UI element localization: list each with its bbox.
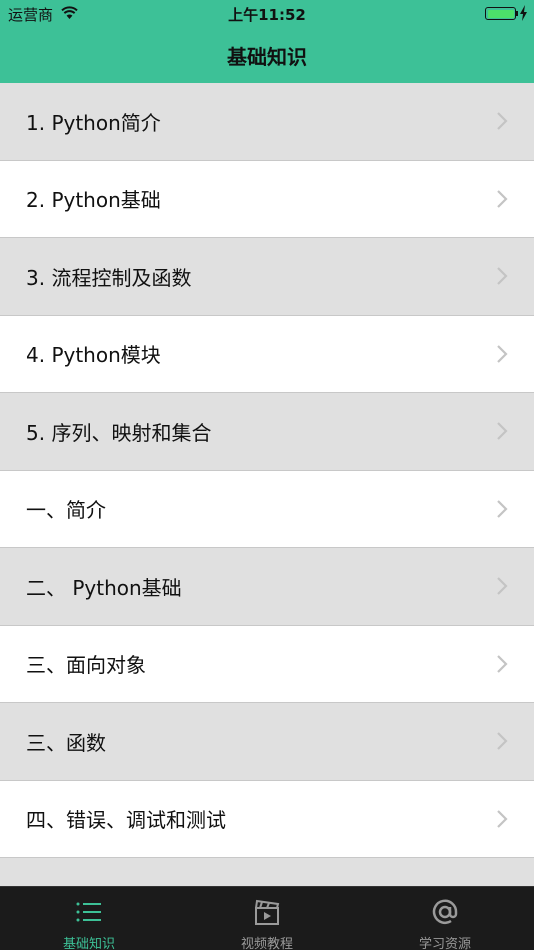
status-bar: 运营商 上午11:52	[0, 0, 534, 28]
tab-basics[interactable]: 基础知识	[0, 887, 178, 950]
list-item[interactable]: 二、 Python基础	[0, 548, 534, 626]
list-item-label: 一、简介	[26, 498, 106, 523]
list-item-label: 三、面向对象	[26, 653, 146, 678]
list-item-label: 5. 序列、映射和集合	[26, 420, 212, 445]
list-item[interactable]: 3. 流程控制及函数	[0, 238, 534, 316]
chevron-right-icon	[497, 732, 508, 751]
chevron-right-icon	[497, 809, 508, 828]
list-item-label: 4. Python模块	[26, 343, 161, 368]
chevron-right-icon	[497, 577, 508, 596]
list-item[interactable]: 三、函数	[0, 703, 534, 781]
list-item-partial[interactable]	[0, 858, 534, 886]
battery-tip	[516, 11, 518, 16]
list-item[interactable]: 5. 序列、映射和集合	[0, 393, 534, 471]
tab-label: 基础知识	[62, 937, 115, 950]
video-clapper-icon	[255, 899, 280, 925]
chevron-right-icon	[497, 112, 508, 131]
list-item[interactable]: 4. Python模块	[0, 315, 534, 393]
chevron-right-icon	[497, 189, 508, 208]
charging-bolt-icon	[520, 5, 527, 21]
chevron-right-icon	[497, 422, 508, 441]
list-item-label: 1. Python简介	[26, 110, 161, 135]
list-item[interactable]: 1. Python简介	[0, 83, 534, 161]
list-item-label: 3. 流程控制及函数	[26, 265, 192, 290]
topic-list[interactable]: 1. Python简介 2. Python基础 3. 流程控制及函数 4. Pytho…	[0, 83, 534, 886]
list-icon	[76, 902, 101, 922]
page-title: 基础知识	[227, 45, 307, 69]
list-item[interactable]: 2. Python基础	[0, 160, 534, 238]
list-item-label: 2. Python基础	[26, 188, 161, 213]
list-item[interactable]: 三、面向对象	[0, 625, 534, 703]
list-item-label: 三、函数	[26, 730, 106, 755]
list-item-label: 四、错误、调试和测试	[26, 808, 226, 833]
clock: 上午11:52	[228, 6, 306, 24]
chevron-right-icon	[497, 654, 508, 673]
chevron-right-icon	[497, 344, 508, 363]
list-item[interactable]: 四、错误、调试和测试	[0, 780, 534, 858]
at-sign-icon	[432, 899, 458, 924]
tab-videos[interactable]: 视频教程	[178, 887, 356, 950]
tab-bar: 基础知识 视频教程 学习资源	[0, 886, 534, 950]
battery-icon	[485, 7, 516, 20]
tab-resources[interactable]: 学习资源	[356, 887, 534, 950]
tab-label: 学习资源	[418, 937, 471, 950]
chevron-right-icon	[497, 267, 508, 286]
chevron-right-icon	[497, 499, 508, 518]
tab-label: 视频教程	[240, 937, 293, 950]
navigation-bar: 基础知识	[0, 28, 534, 83]
list-item[interactable]: 一、简介	[0, 470, 534, 548]
list-item-label: 二、 Python基础	[26, 575, 182, 600]
